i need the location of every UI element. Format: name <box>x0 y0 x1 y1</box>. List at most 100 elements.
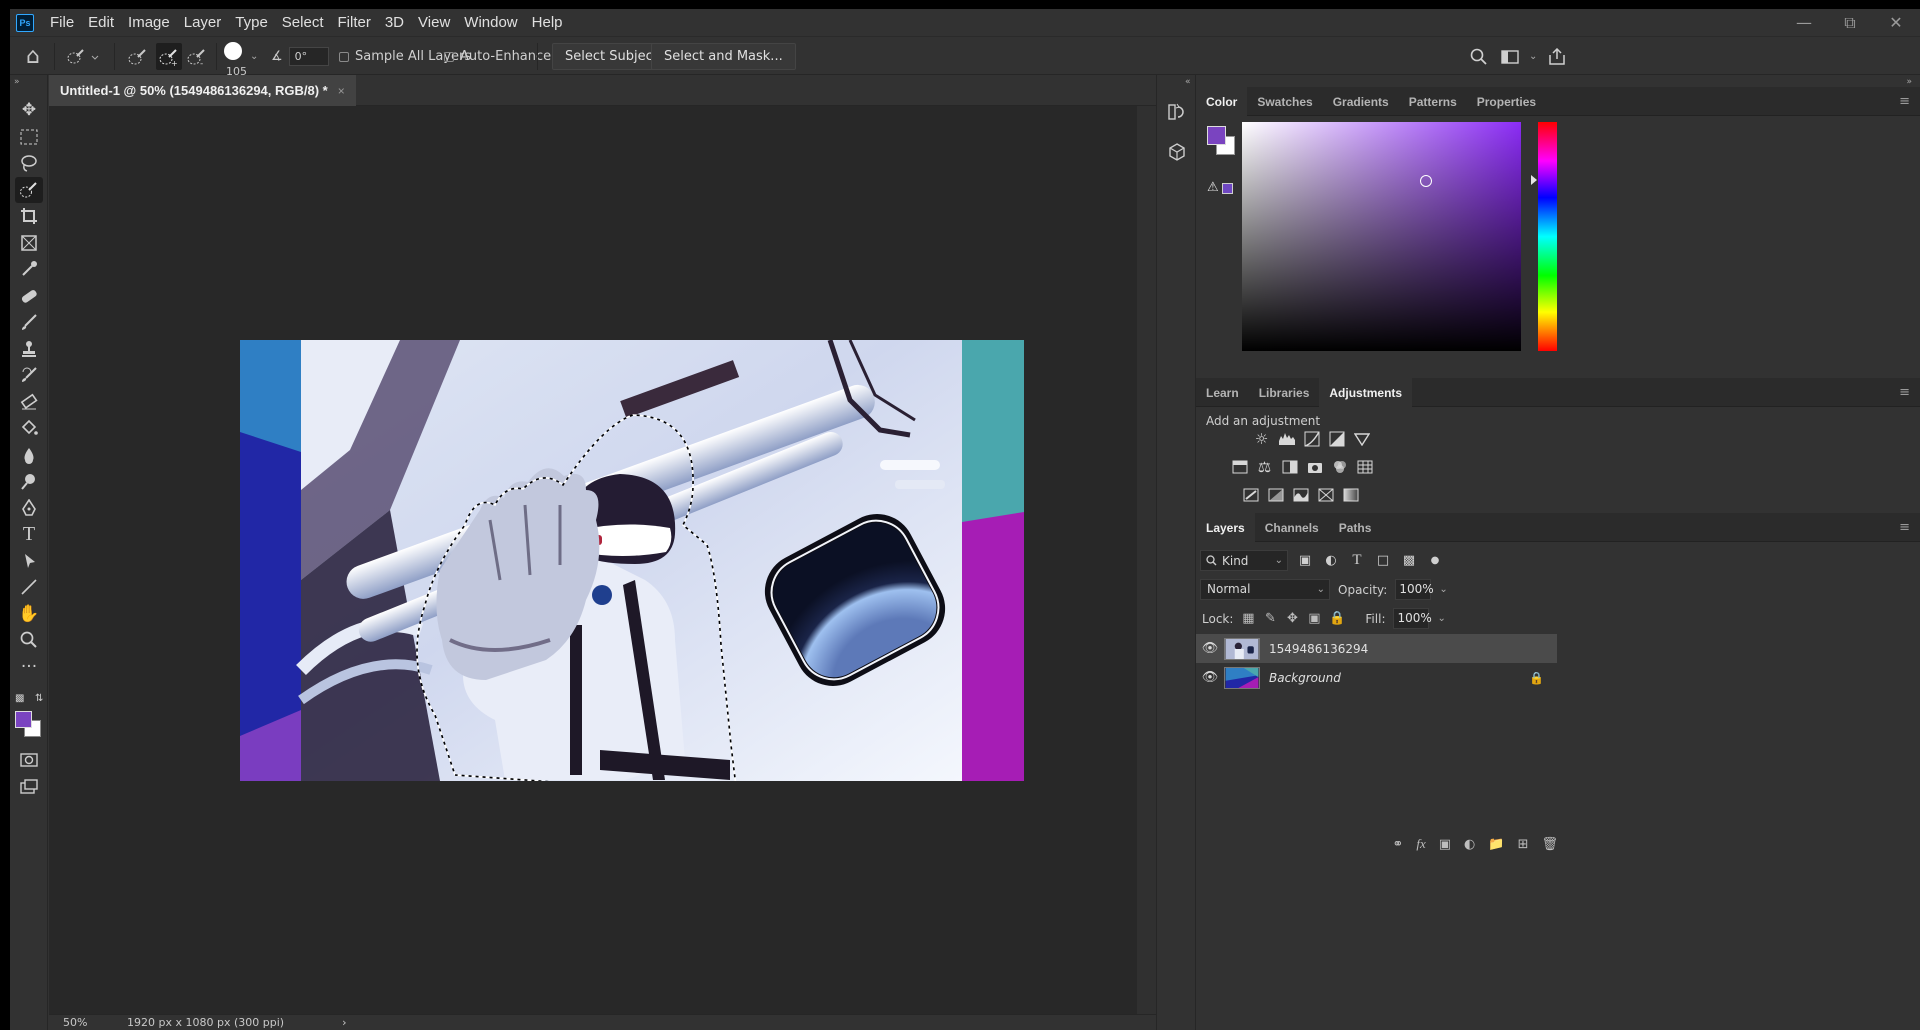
menu-layer[interactable]: Layer <box>177 14 229 31</box>
collapse-toolbar-icon[interactable]: » <box>14 77 20 87</box>
pen-tool[interactable] <box>15 495 43 521</box>
add-to-selection-mode[interactable]: + <box>156 43 182 70</box>
tab-adjustments[interactable]: Adjustments <box>1319 378 1413 407</box>
invert-icon[interactable] <box>1241 485 1260 504</box>
shape-layer-filter-icon[interactable]: □ <box>1374 553 1392 568</box>
gradient-map-icon[interactable] <box>1341 485 1360 504</box>
menu-image[interactable]: Image <box>121 14 177 31</box>
layer-name[interactable]: 1549486136294 <box>1269 642 1368 656</box>
opacity-slider-toggle[interactable]: ⌄ <box>1439 584 1447 595</box>
fill-input[interactable]: 100% <box>1393 608 1432 629</box>
vertical-scrollbar[interactable] <box>1137 106 1156 1014</box>
tab-swatches[interactable]: Swatches <box>1247 87 1322 116</box>
share-button[interactable] <box>1548 37 1566 76</box>
posterize-icon[interactable] <box>1266 485 1285 504</box>
kind-filter-select[interactable]: Kind ⌄ <box>1200 550 1288 571</box>
lock-all-icon[interactable]: 🔒 <box>1329 611 1345 626</box>
close-tab-icon[interactable]: × <box>338 84 345 98</box>
menu-type[interactable]: Type <box>228 14 275 31</box>
path-selection-tool[interactable] <box>15 548 43 574</box>
link-layers-icon[interactable]: ⚭ <box>1392 837 1403 852</box>
type-layer-filter-icon[interactable]: T <box>1348 552 1366 569</box>
dodge-tool[interactable] <box>15 468 43 494</box>
quick-mask-button[interactable] <box>15 747 43 773</box>
panel-menu-icon[interactable]: ≡ <box>1899 520 1910 535</box>
menu-filter[interactable]: Filter <box>331 14 378 31</box>
threshold-icon[interactable] <box>1291 485 1310 504</box>
lock-transparent-pixels-icon[interactable]: ▦ <box>1241 611 1255 626</box>
visibility-eye-icon[interactable]: 👁 <box>1196 641 1224 656</box>
layer-name[interactable]: Background <box>1269 671 1341 685</box>
tab-layers[interactable]: Layers <box>1196 513 1255 542</box>
vibrance-icon[interactable] <box>1352 429 1371 448</box>
zoom-level[interactable]: 50% <box>63 1016 123 1029</box>
3d-panel-button[interactable] <box>1166 141 1188 163</box>
history-brush-tool[interactable] <box>15 362 43 388</box>
tool-preset-picker[interactable] <box>66 37 100 76</box>
panel-foreground-swatch[interactable] <box>1207 126 1226 145</box>
color-picker-ring[interactable] <box>1420 175 1432 187</box>
new-group-icon[interactable]: 📁 <box>1488 837 1504 852</box>
lock-position-icon[interactable]: ✥ <box>1285 611 1299 626</box>
tab-patterns[interactable]: Patterns <box>1399 87 1467 116</box>
move-tool[interactable]: ✥ <box>15 97 43 123</box>
tab-learn[interactable]: Learn <box>1196 378 1249 407</box>
new-adjustment-layer-icon[interactable]: ◐ <box>1464 837 1475 852</box>
filter-toggle-icon[interactable]: ● <box>1426 555 1444 566</box>
panel-menu-icon[interactable]: ≡ <box>1899 385 1910 400</box>
color-field[interactable] <box>1242 122 1521 351</box>
info-menu-icon[interactable]: › <box>342 1016 346 1029</box>
color-balance-icon[interactable]: ⚖ <box>1255 457 1274 476</box>
exposure-icon[interactable] <box>1327 429 1346 448</box>
auto-enhance-checkbox[interactable] <box>444 51 454 62</box>
blur-tool[interactable] <box>15 442 43 468</box>
tab-libraries[interactable]: Libraries <box>1249 378 1320 407</box>
tab-gradients[interactable]: Gradients <box>1323 87 1399 116</box>
clone-stamp-tool[interactable] <box>15 336 43 362</box>
hue-slider[interactable] <box>1538 122 1557 351</box>
tab-color[interactable]: Color <box>1196 87 1248 116</box>
channel-mixer-icon[interactable] <box>1330 457 1349 476</box>
tab-properties[interactable]: Properties <box>1467 87 1546 116</box>
collapse-panels-icon[interactable]: » <box>1906 77 1912 87</box>
history-panel-button[interactable] <box>1166 101 1188 123</box>
default-colors-icon[interactable]: ▩ <box>15 693 24 704</box>
type-tool[interactable]: T <box>15 521 43 547</box>
zoom-tool[interactable] <box>15 627 43 653</box>
restore-button[interactable]: ⧉ <box>1836 13 1864 33</box>
gamut-color-swatch[interactable] <box>1222 183 1233 194</box>
menu-file[interactable]: File <box>43 14 81 31</box>
hand-tool[interactable]: ✋ <box>15 601 43 627</box>
angle-input[interactable]: 0° <box>288 47 329 66</box>
menu-window[interactable]: Window <box>457 14 524 31</box>
menu-select[interactable]: Select <box>275 14 331 31</box>
lock-artboard-icon[interactable]: ▣ <box>1307 611 1321 626</box>
menu-view[interactable]: View <box>411 14 457 31</box>
fill-slider-toggle[interactable]: ⌄ <box>1437 613 1445 624</box>
new-selection-mode[interactable] <box>127 37 149 76</box>
opacity-input[interactable]: 100% <box>1395 579 1434 600</box>
pixel-layer-filter-icon[interactable]: ▣ <box>1296 553 1314 568</box>
expand-panels-icon[interactable]: « <box>1185 77 1191 87</box>
adjustment-layer-filter-icon[interactable]: ◐ <box>1322 553 1340 568</box>
home-button[interactable]: ⌂ <box>26 37 40 76</box>
subtract-from-selection-mode[interactable]: - <box>186 37 208 76</box>
workspace-switcher[interactable]: ⌄ <box>1501 37 1537 76</box>
visibility-eye-icon[interactable]: 👁 <box>1196 670 1224 685</box>
edit-toolbar-button[interactable]: ··· <box>15 654 43 680</box>
levels-icon[interactable] <box>1277 429 1296 448</box>
minimize-button[interactable]: — <box>1790 13 1818 32</box>
eraser-tool[interactable] <box>15 389 43 415</box>
rectangular-marquee-tool[interactable] <box>15 124 43 150</box>
crop-tool[interactable] <box>15 203 43 229</box>
menu-help[interactable]: Help <box>525 14 570 31</box>
hue-marker[interactable] <box>1531 175 1537 185</box>
new-layer-icon[interactable]: ⊞ <box>1518 837 1529 852</box>
menu-3d[interactable]: 3D <box>378 14 411 31</box>
brush-picker-dropdown[interactable]: ⌄ <box>250 37 258 76</box>
add-mask-icon[interactable]: ▣ <box>1439 837 1451 852</box>
black-white-icon[interactable] <box>1280 457 1299 476</box>
brightness-contrast-icon[interactable]: ☼ <box>1252 429 1271 448</box>
lasso-tool[interactable] <box>15 150 43 176</box>
layer-row[interactable]: 👁 Background 🔒 <box>1196 663 1557 692</box>
